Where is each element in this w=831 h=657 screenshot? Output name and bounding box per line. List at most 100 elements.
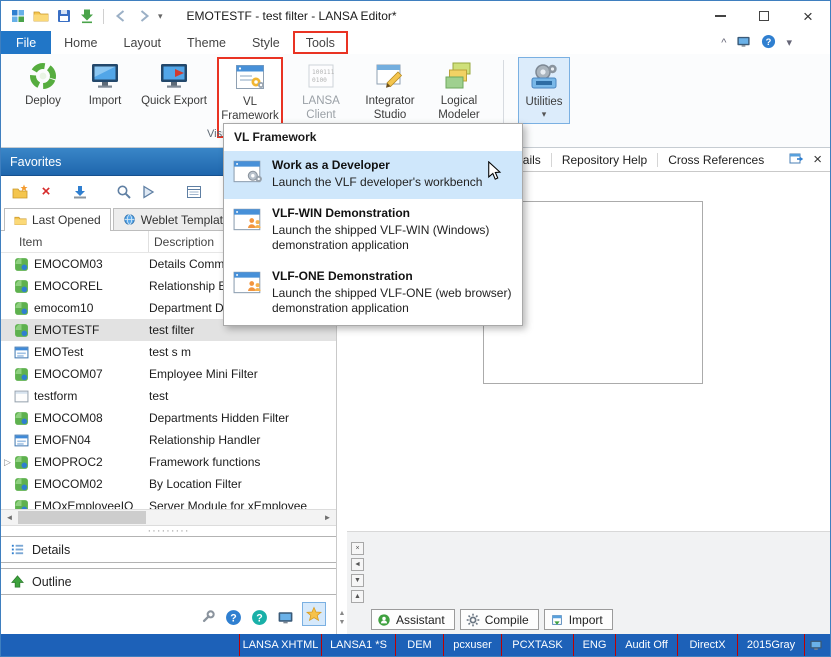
scroll-right-icon[interactable]: ► xyxy=(319,510,336,525)
splitter-pager[interactable]: ▲ ▼ xyxy=(337,610,347,626)
tab-import[interactable]: Import xyxy=(544,609,613,630)
status-segment[interactable]: PCXTASK xyxy=(501,634,573,656)
menu-header: VL Framework xyxy=(224,124,522,151)
status-panel-icon[interactable] xyxy=(809,634,830,656)
window-icon xyxy=(14,389,29,404)
run-icon[interactable] xyxy=(139,183,157,201)
import-button[interactable]: Import xyxy=(79,57,131,109)
import-to-favorites-icon[interactable] xyxy=(71,183,89,201)
forward-icon[interactable] xyxy=(135,8,152,25)
maximize-button[interactable] xyxy=(742,1,786,31)
tab-file[interactable]: File xyxy=(1,31,51,54)
tab-tools[interactable]: Tools xyxy=(293,31,348,54)
help-icon[interactable] xyxy=(224,608,242,626)
assistant-help-icon[interactable] xyxy=(250,608,268,626)
menu-item-work-as-developer[interactable]: Work as a Developer Launch the VLF devel… xyxy=(224,151,522,199)
dock-up-icon[interactable]: ▲ xyxy=(351,590,364,603)
app-icon[interactable] xyxy=(9,8,26,25)
table-row[interactable]: EMOCOM08 Departments Hidden Filter xyxy=(1,407,336,429)
status-segment[interactable]: 2015Gray xyxy=(737,634,805,656)
table-row[interactable]: EMOTest test s m xyxy=(1,341,336,363)
tab-repository-help[interactable]: Repository Help xyxy=(551,153,657,167)
expand-chevron-icon[interactable]: ▷ xyxy=(1,457,14,468)
open-icon[interactable] xyxy=(32,8,49,25)
integrator-studio-button[interactable]: Integrator Studio xyxy=(359,57,421,123)
status-segment[interactable]: LANSA XHTML xyxy=(239,634,321,656)
table-row[interactable]: testform test xyxy=(1,385,336,407)
quick-export-button[interactable]: Quick Export xyxy=(141,57,207,109)
utilities-button[interactable]: Utilities ▾ xyxy=(518,57,570,124)
tab-layout[interactable]: Layout xyxy=(111,31,175,54)
details-panel-bar[interactable]: Details xyxy=(1,536,336,563)
pager-down-icon[interactable]: ▼ xyxy=(339,619,346,626)
deploy-button[interactable]: Deploy xyxy=(17,57,69,109)
globe-icon xyxy=(123,213,136,226)
reusable-part-icon xyxy=(14,323,29,338)
tab-theme[interactable]: Theme xyxy=(174,31,239,54)
settings-wrench-icon[interactable] xyxy=(198,608,216,626)
list-view-icon[interactable] xyxy=(185,183,203,201)
details-icon xyxy=(10,542,25,557)
row-item-description: Employee Mini Filter xyxy=(144,367,336,381)
table-row[interactable]: ▷ EMOPROC2 Framework functions xyxy=(1,451,336,473)
close-button[interactable]: × xyxy=(786,1,830,31)
status-segment[interactable]: DirectX xyxy=(677,634,737,656)
logical-modeler-button[interactable]: Logical Modeler xyxy=(431,57,487,123)
tab-home[interactable]: Home xyxy=(51,31,110,54)
dock-close-icon[interactable]: × xyxy=(351,542,364,555)
new-folder-icon[interactable] xyxy=(11,183,29,201)
import-window-icon xyxy=(550,613,564,627)
table-row[interactable]: EMOFN04 Relationship Handler xyxy=(1,429,336,451)
lansa-client-button[interactable]: 100111 0100 LANSA Client xyxy=(293,57,349,123)
dock-down-icon[interactable]: ▼ xyxy=(351,574,364,587)
pager-up-icon[interactable]: ▲ xyxy=(339,610,346,617)
help-icon[interactable] xyxy=(761,34,776,52)
scroll-left-icon[interactable]: ◄ xyxy=(1,510,18,525)
horizontal-scrollbar[interactable]: ◄ ► xyxy=(1,509,336,526)
utilities-icon xyxy=(528,61,560,93)
table-row[interactable]: EMOxEmployeeIO Server Module for xEmploy… xyxy=(1,495,336,509)
status-segment[interactable]: DEM xyxy=(395,634,443,656)
delete-icon[interactable]: × xyxy=(37,183,55,201)
row-item-name: EMOTESTF xyxy=(34,323,144,337)
check-in-icon[interactable] xyxy=(78,8,95,25)
tab-style[interactable]: Style xyxy=(239,31,293,54)
splitter-grip[interactable]: ········· xyxy=(1,526,336,536)
status-segment[interactable]: ENG xyxy=(573,634,615,656)
back-icon[interactable] xyxy=(112,8,129,25)
outline-panel-bar[interactable]: Outline xyxy=(1,568,336,595)
column-header-item[interactable]: Item xyxy=(1,231,149,252)
menu-item-text: VLF-WIN Demonstration Launch the shipped… xyxy=(272,206,514,254)
tab-compile[interactable]: Compile xyxy=(460,609,539,630)
reusable-part-icon xyxy=(14,257,29,272)
display-settings-icon[interactable] xyxy=(736,34,751,52)
undock-icon[interactable] xyxy=(788,150,804,169)
column-header-description[interactable]: Description xyxy=(149,235,214,249)
table-row[interactable]: EMOCOM07 Employee Mini Filter xyxy=(1,363,336,385)
form-icon xyxy=(14,433,29,448)
status-segment[interactable]: Audit Off xyxy=(615,634,677,656)
favorites-star-button[interactable] xyxy=(302,602,326,626)
close-icon[interactable]: × xyxy=(813,152,822,167)
row-item-description: Server Module for xEmployee xyxy=(144,499,336,509)
table-row[interactable]: EMOCOM02 By Location Filter xyxy=(1,473,336,495)
collapse-ribbon-icon[interactable]: ^ xyxy=(721,37,726,49)
ribbon-options-dropdown-icon[interactable]: ▾ xyxy=(786,36,792,49)
editor-tab-icons: × xyxy=(788,150,822,169)
status-segment[interactable]: LANSA1 *S xyxy=(321,634,395,656)
tab-last-opened[interactable]: Last Opened xyxy=(4,208,111,231)
search-icon[interactable] xyxy=(115,183,133,201)
dock-left-icon[interactable]: ◄ xyxy=(351,558,364,571)
scrollbar-track[interactable] xyxy=(18,510,319,525)
menu-item-vlf-one-demo[interactable]: VLF-ONE Demonstration Launch the shipped… xyxy=(224,262,522,325)
status-segment[interactable]: pcxuser xyxy=(443,634,501,656)
scrollbar-thumb[interactable] xyxy=(18,511,146,524)
tab-assistant[interactable]: Assistant xyxy=(371,609,455,630)
quick-access-dropdown-icon[interactable]: ▾ xyxy=(158,11,163,22)
menu-item-vlf-win-demo[interactable]: VLF-WIN Demonstration Launch the shipped… xyxy=(224,199,522,262)
minimize-button[interactable] xyxy=(698,1,742,31)
screen-icon[interactable] xyxy=(276,608,294,626)
tab-cross-references[interactable]: Cross References xyxy=(657,153,774,167)
window-title: EMOTESTF - test filter - LANSA Editor* xyxy=(187,9,397,23)
save-icon[interactable] xyxy=(55,8,72,25)
